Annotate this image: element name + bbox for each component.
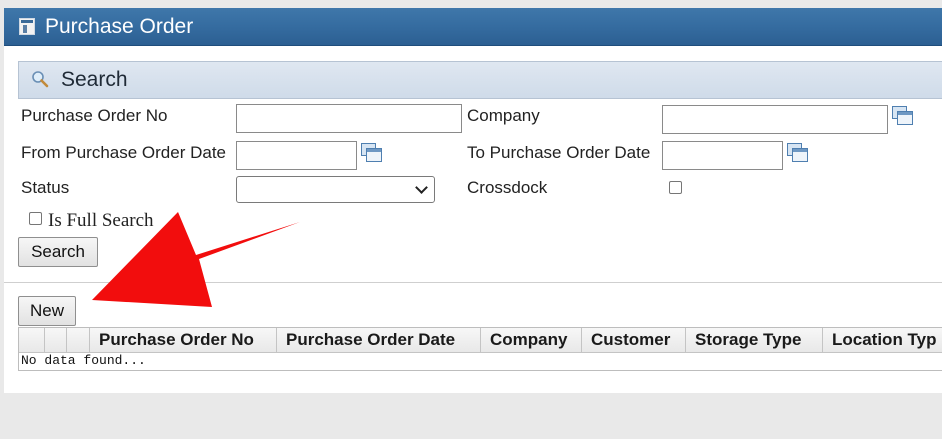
arrow-shape: [92, 212, 300, 307]
red-annotation-arrow-icon: [92, 212, 300, 307]
